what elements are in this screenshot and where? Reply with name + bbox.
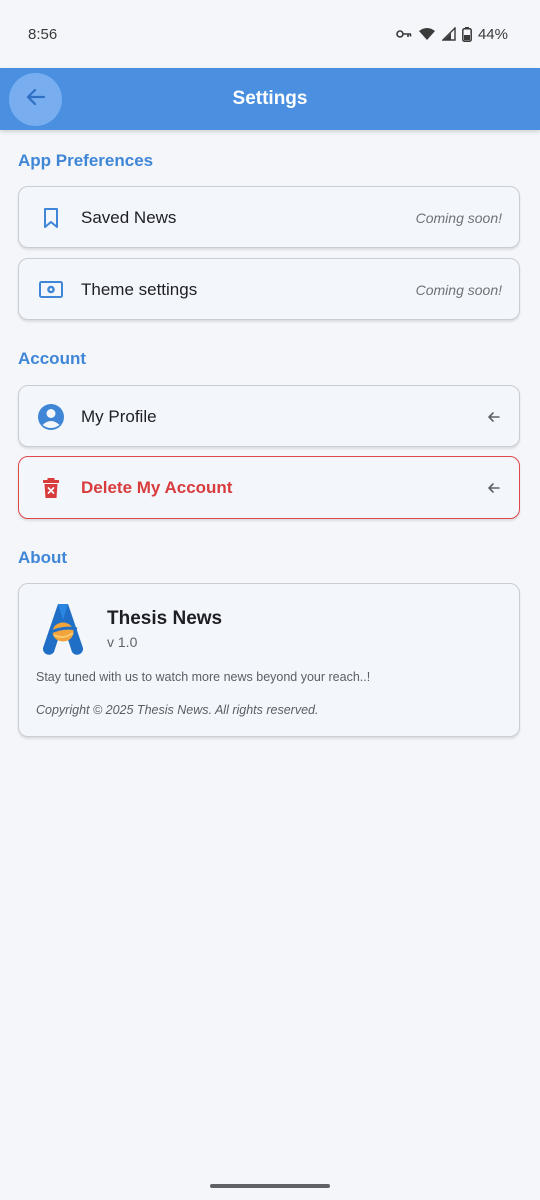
section-app-preferences: App Preferences	[18, 151, 154, 170]
delete-account-item[interactable]: Delete My Account	[18, 456, 520, 519]
bookmark-icon	[35, 207, 67, 229]
section-about: About	[18, 548, 68, 567]
account-circle-icon	[35, 403, 67, 431]
app-logo	[39, 602, 87, 661]
theme-settings-icon	[35, 279, 67, 301]
app-description: Stay tuned with us to watch more news be…	[36, 670, 371, 684]
app-bar: Settings	[0, 68, 540, 130]
app-name: Thesis News	[107, 608, 223, 629]
theme-settings-label: Theme settings	[81, 279, 198, 299]
arrow-back-icon	[487, 481, 501, 495]
arrow-back-icon	[25, 86, 47, 113]
copyright-text: Copyright © 2025 Thesis News. All rights…	[36, 703, 319, 717]
delete-account-label: Delete My Account	[81, 477, 233, 497]
about-card: Thesis News v 1.0 Stay tuned with us to …	[18, 583, 520, 737]
theme-settings-item[interactable]: Theme settings Coming soon!	[18, 258, 520, 320]
arrow-back-icon	[487, 410, 501, 424]
my-profile-item[interactable]: My Profile	[18, 385, 520, 447]
battery-icon	[462, 26, 472, 42]
section-account: Account	[18, 349, 86, 368]
my-profile-label: My Profile	[81, 406, 157, 426]
saved-news-status: Coming soon!	[415, 209, 502, 226]
battery-percent: 44%	[477, 25, 508, 43]
gesture-nav-handle[interactable]	[210, 1184, 330, 1188]
theme-settings-status: Coming soon!	[415, 281, 502, 298]
status-time: 8:56	[28, 25, 58, 43]
signal-icon	[441, 27, 456, 41]
saved-news-item[interactable]: Saved News Coming soon!	[18, 186, 520, 248]
delete-forever-icon	[35, 477, 67, 499]
back-button[interactable]	[9, 73, 62, 126]
status-icons: 44%	[396, 26, 508, 43]
status-bar: 8:56 44%	[0, 0, 540, 68]
page-title: Settings	[232, 88, 308, 109]
wifi-icon	[418, 27, 436, 41]
vpn-key-icon	[396, 28, 412, 40]
saved-news-label: Saved News	[81, 207, 177, 227]
app-version: v 1.0	[107, 634, 138, 650]
